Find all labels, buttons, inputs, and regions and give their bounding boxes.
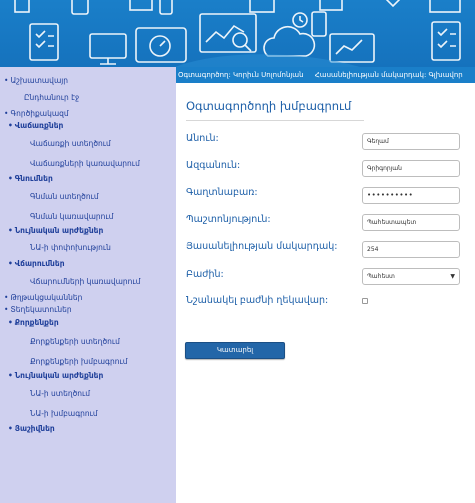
sidebar-item-identical-values-2[interactable]: • Նույնական արժեքներ (8, 371, 103, 381)
sidebar-item-sales[interactable]: • Վաճառքներ (8, 121, 63, 131)
header-banner (0, 0, 475, 67)
access-level-field[interactable]: 254 (362, 241, 460, 258)
title-divider (186, 120, 364, 121)
password-field[interactable]: •••••••••• (362, 187, 460, 204)
department-label: Բաժին: (186, 269, 224, 280)
sidebar-item-create-sale[interactable]: Վաճառքի ստեղծում (30, 139, 111, 149)
user-info-bar: Օգտագործող: Կորիւն Սոլոմոնյան Հասանելիու… (176, 67, 475, 83)
dept-head-label: Նշանակել բաժնի ղեկավար: (186, 295, 329, 306)
sidebar-item-correspondents[interactable]: • Թղթակցականներ (4, 293, 82, 303)
sidebar-item-create-purchase[interactable]: Գնման ստեղծում (30, 192, 99, 202)
monitor-icon-2 (89, 33, 127, 59)
sidebar-item-identical-values[interactable]: • Նույնական արժեքներ (8, 226, 103, 236)
sidebar-item-manage-sales[interactable]: Վաճառքների կառավարում (30, 159, 140, 169)
banner-illustration (14, 0, 461, 67)
sidebar-item-manage-payments[interactable]: Վճարումների կառավարում (30, 277, 140, 287)
main-content: Օգտագործողի խմբագրում Անուն: Գեղամ Ազգան… (176, 83, 475, 503)
sidebar-item-references[interactable]: • Տեղեկատուներ (4, 305, 72, 315)
save-button[interactable]: Կատարել (185, 342, 285, 359)
sidebar-item-accounts[interactable]: • Յաշիվներ (8, 424, 55, 434)
sidebar-item-change-na[interactable]: ՆԱ-ի փոփոխություն (30, 243, 111, 253)
phone-icon (159, 0, 173, 15)
sidebar-item-edit-products[interactable]: Քորքենքերի խմբագրում (30, 357, 128, 367)
sidebar-item-products[interactable]: • Քորքենքեր (8, 318, 59, 328)
sidebar-item-workspace[interactable]: • Աշխատավայր (4, 76, 68, 86)
password-label: Գաղտնաբառ: (186, 187, 258, 198)
access-level-text: Հասանելիության մակարդակ: Գլխավոր (314, 71, 463, 79)
window-icon (429, 0, 461, 13)
cloud-icon (263, 25, 316, 57)
laptop-icon (129, 0, 153, 11)
department-select[interactable]: Պահեստ ▼ (362, 268, 460, 285)
access-level-label: Յասանելիության մակարդակ: (186, 241, 338, 252)
clipboard-icon (71, 0, 89, 15)
dept-head-checkbox[interactable] (362, 298, 368, 304)
position-label: Պաշտոնյություն: (186, 214, 271, 225)
sidebar: • Աշխատավայր Ընդհանուր էջ • Գործիքակազմ • Վ… (0, 67, 176, 503)
sidebar-item-manage-purchases[interactable]: Գնման կառավարում (30, 212, 113, 222)
mobile-icon (311, 11, 327, 37)
monitor-icon (249, 0, 275, 13)
page-title: Օգտագործողի խմբագրում (186, 99, 352, 113)
sidebar-item-create-product[interactable]: Քորքենքերի ստեղծում (30, 337, 120, 347)
last-name-label: Ազգանուն: (186, 160, 241, 171)
sidebar-item-payments[interactable]: • Վճարումներ (8, 259, 65, 269)
screen-icon (329, 33, 375, 63)
check-icon (385, 0, 401, 8)
chevron-down-icon: ▼ (450, 273, 455, 280)
position-field[interactable]: Պահեստապետ (362, 214, 460, 231)
sidebar-item-tools[interactable]: • Գործիքակազմ (4, 109, 69, 119)
tablet-icon (319, 0, 343, 11)
first-name-field[interactable]: Գեղամ (362, 133, 460, 150)
last-name-field[interactable]: Գրիգորյան (362, 160, 460, 177)
department-selected-value: Պահեստ (367, 273, 395, 280)
sidebar-item-home[interactable]: Ընդհանուր էջ (24, 93, 79, 103)
current-user-text: Օգտագործող: Կորիւն Սոլոմոնյան (178, 71, 304, 79)
sidebar-item-edit-na[interactable]: ՆԱ-ի խմբագրում (30, 409, 98, 419)
first-name-label: Անուն: (186, 133, 219, 144)
sidebar-item-create-na[interactable]: ՆԱ-ի ստեղծում (30, 389, 90, 399)
sidebar-item-purchases[interactable]: • Գնումներ (8, 174, 53, 184)
document-icon (14, 0, 30, 13)
